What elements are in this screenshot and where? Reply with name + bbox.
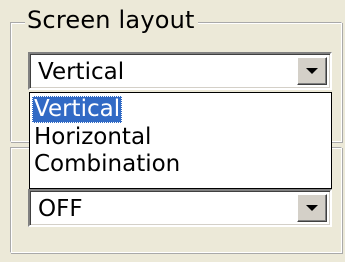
dropdown-option-horizontal[interactable]: Horizontal <box>32 124 153 151</box>
secondary-dropdown-button[interactable] <box>297 194 327 222</box>
secondary-combobox-value: OFF <box>38 196 83 222</box>
settings-panel: Screen layout Vertical Vertical Horizont… <box>0 0 345 262</box>
chevron-down-icon <box>306 68 318 74</box>
screen-layout-combobox[interactable]: Vertical <box>28 52 332 90</box>
screen-layout-dropdown-list: Vertical Horizontal Combination <box>29 92 332 189</box>
secondary-combobox[interactable]: OFF <box>28 189 332 227</box>
dropdown-option-vertical[interactable]: Vertical <box>32 96 123 123</box>
screen-layout-dropdown-button[interactable] <box>297 57 327 85</box>
screen-layout-label: Screen layout <box>25 6 198 34</box>
dropdown-option-combination[interactable]: Combination <box>32 151 182 178</box>
screen-layout-value: Vertical <box>38 59 125 85</box>
chevron-down-icon <box>306 205 318 211</box>
